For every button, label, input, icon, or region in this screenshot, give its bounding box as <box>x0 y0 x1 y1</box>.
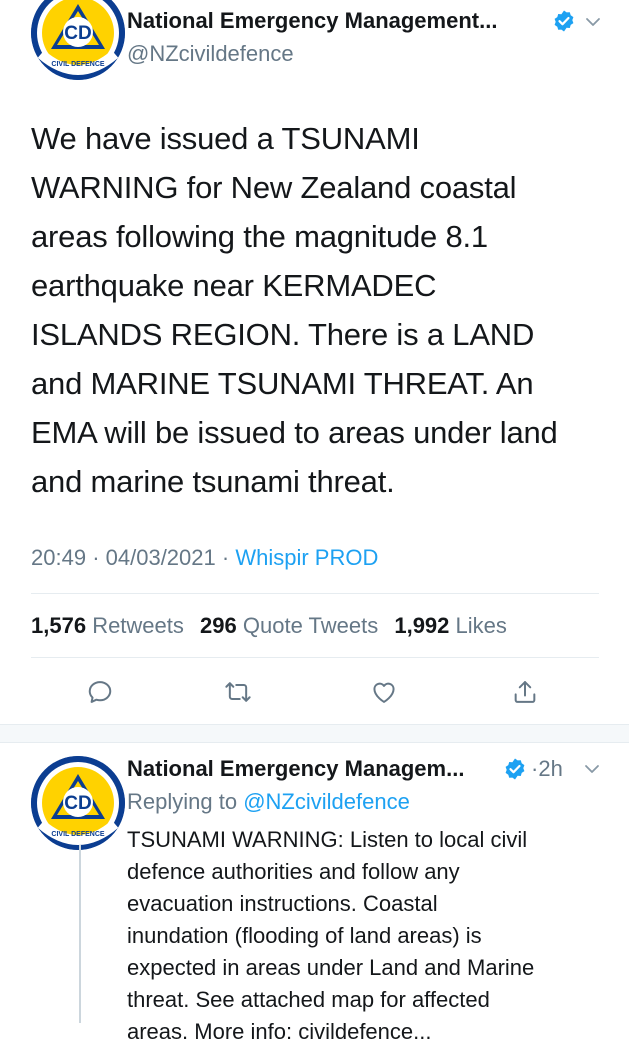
verified-badge-icon <box>554 10 574 32</box>
tweet-metadata: 20:49 · 04/03/2021 · Whispir PROD <box>31 544 378 572</box>
chevron-down-icon[interactable] <box>584 13 602 31</box>
replying-label: Replying to <box>127 789 238 814</box>
author-name[interactable]: National Emergency Managem... <box>127 756 464 782</box>
avatar-ring-text: CIVIL DEFENCE <box>51 61 104 68</box>
meta-separator: · <box>92 545 100 570</box>
likes-stat[interactable]: 1,992 Likes <box>394 613 507 638</box>
chevron-down-icon[interactable] <box>583 760 601 778</box>
reply-text: TSUNAMI WARNING: Listen to local civil d… <box>127 827 535 1044</box>
retweets-label: Retweets <box>92 613 184 638</box>
avatar-letters: CD <box>64 793 91 814</box>
retweets-stat[interactable]: 1,576 Retweets <box>31 613 184 638</box>
avatar-ring-text: CIVIL DEFENCE <box>51 831 104 838</box>
tweet-source[interactable]: Whispir PROD <box>235 545 378 570</box>
quote-tweets-count: 296 <box>200 613 237 638</box>
retweet-button[interactable] <box>218 672 258 712</box>
time-ago: 2h <box>538 756 563 781</box>
meta-separator: · <box>221 545 230 570</box>
divider <box>31 657 599 658</box>
likes-count: 1,992 <box>394 613 450 638</box>
divider <box>31 593 599 594</box>
like-icon <box>373 682 395 703</box>
like-button[interactable] <box>364 672 404 712</box>
retweet-icon <box>225 682 251 702</box>
verified-badge-icon <box>505 758 525 780</box>
tweet-time[interactable]: 20:49 <box>31 545 86 570</box>
author-name[interactable]: National Emergency Management... <box>127 8 497 34</box>
retweets-count: 1,576 <box>31 613 87 638</box>
tweet-date[interactable]: 04/03/2021 <box>106 545 216 570</box>
quote-tweets-stat[interactable]: 296 Quote Tweets <box>200 613 378 638</box>
section-separator <box>0 724 629 743</box>
avatar[interactable]: CD CIVIL DEFENCE <box>31 0 125 80</box>
thread-line <box>79 845 81 1023</box>
replying-mention[interactable]: @NZcivildefence <box>243 789 410 814</box>
share-button[interactable] <box>505 672 545 712</box>
tweet-text: We have issued a TSUNAMI WARNING for New… <box>31 121 558 499</box>
replying-to: Replying to @NZcivildefence <box>127 788 410 816</box>
likes-label: Likes <box>455 613 507 638</box>
reply-button[interactable] <box>80 672 120 712</box>
avatar-letters: CD <box>64 23 91 44</box>
quote-tweets-label: Quote Tweets <box>242 613 379 638</box>
avatar[interactable]: CD CIVIL DEFENCE <box>31 756 125 850</box>
share-icon <box>514 681 536 703</box>
reply-icon <box>88 681 112 703</box>
tweet-stats: 1,576 Retweets 296 Quote Tweets 1,992 Li… <box>31 612 507 640</box>
reply-time[interactable]: ·2h <box>531 756 563 782</box>
author-handle[interactable]: @NZcivildefence <box>127 41 294 67</box>
